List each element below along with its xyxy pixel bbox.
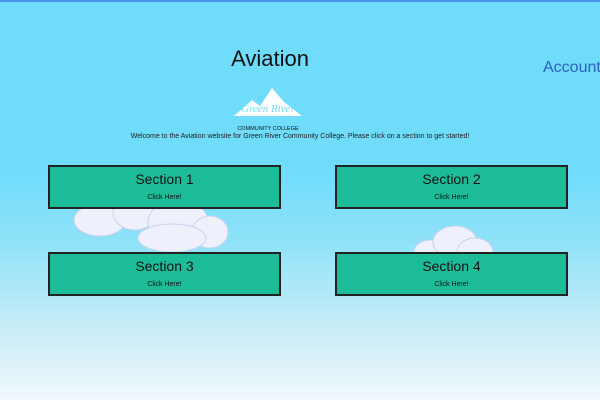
page-title: Aviation (231, 46, 309, 71)
click-here-link[interactable]: Click Here! (50, 194, 279, 201)
account-menu[interactable]: Account- (543, 59, 600, 77)
svg-text:COMMUNITY COLLEGE: COMMUNITY COLLEGE (237, 126, 299, 132)
top-border (0, 0, 600, 2)
section-4-button[interactable]: Section 4 Click Here! (335, 252, 568, 296)
click-here-link[interactable]: Click Here! (50, 281, 279, 288)
section-2-button[interactable]: Section 2 Click Here! (335, 165, 568, 209)
click-here-link[interactable]: Click Here! (337, 281, 566, 288)
section-title: Section 3 (135, 258, 194, 274)
green-river-logo: Green River COMMUNITY COLLEGE (234, 88, 302, 132)
section-1-button[interactable]: Section 1 Click Here! (48, 165, 281, 209)
welcome-message: Welcome to the Aviation website for Gree… (130, 133, 470, 140)
svg-text:Green River: Green River (241, 103, 295, 115)
section-3-button[interactable]: Section 3 Click Here! (48, 252, 281, 296)
section-title: Section 2 (422, 171, 481, 187)
section-title: Section 4 (422, 258, 481, 274)
click-here-link[interactable]: Click Here! (337, 194, 566, 201)
section-title: Section 1 (135, 171, 194, 187)
